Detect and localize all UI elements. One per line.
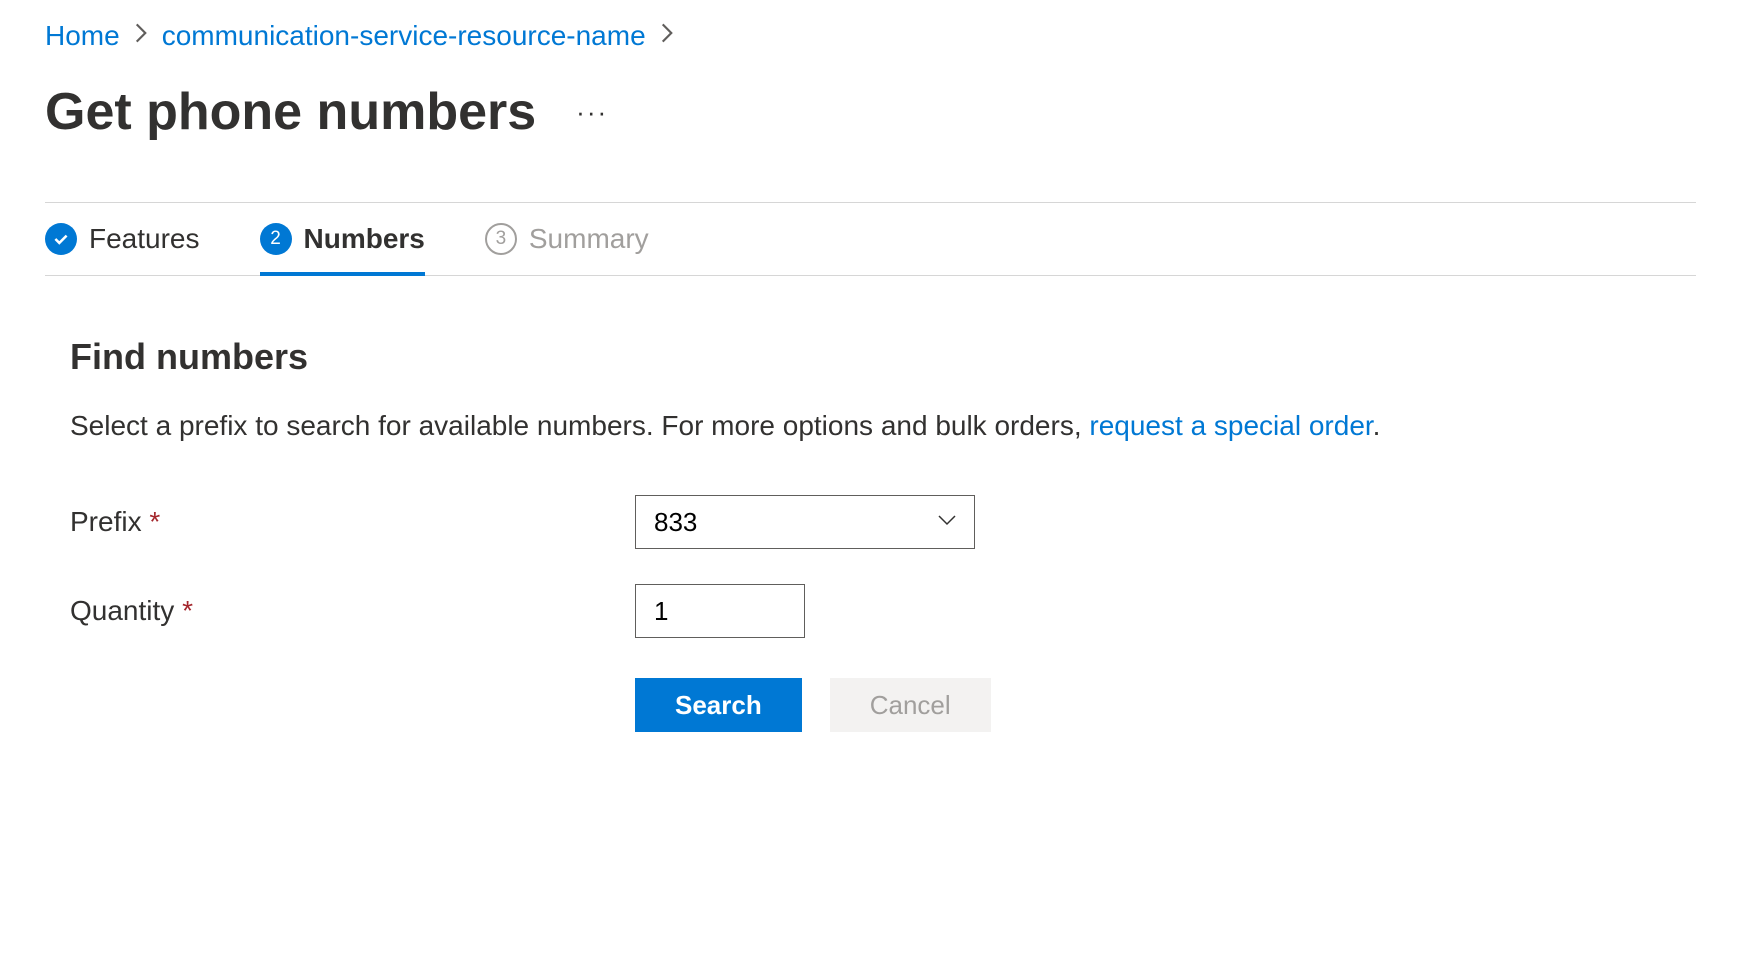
wizard-tabs: Features 2 Numbers 3 Summary xyxy=(45,203,1696,276)
chevron-right-icon xyxy=(660,23,674,49)
quantity-row: Quantity * xyxy=(70,584,1671,638)
section-title: Find numbers xyxy=(70,336,1671,378)
prefix-label: Prefix * xyxy=(70,506,635,538)
special-order-link[interactable]: request a special order xyxy=(1089,410,1372,441)
quantity-label: Quantity * xyxy=(70,595,635,627)
check-icon xyxy=(45,223,77,255)
tab-label: Numbers xyxy=(304,223,425,255)
button-row: Search Cancel xyxy=(635,678,1671,732)
required-indicator: * xyxy=(149,506,160,537)
page-header: Get phone numbers ··· xyxy=(45,82,1696,142)
breadcrumb: Home communication-service-resource-name xyxy=(45,20,1696,52)
content-area: Find numbers Select a prefix to search f… xyxy=(45,276,1696,732)
breadcrumb-resource-link[interactable]: communication-service-resource-name xyxy=(162,20,646,52)
search-button[interactable]: Search xyxy=(635,678,802,732)
cancel-button[interactable]: Cancel xyxy=(830,678,991,732)
prefix-select-wrapper xyxy=(635,495,975,549)
tab-summary: 3 Summary xyxy=(485,203,679,275)
prefix-select[interactable] xyxy=(635,495,975,549)
prefix-row: Prefix * xyxy=(70,495,1671,549)
chevron-right-icon xyxy=(134,23,148,49)
tab-label: Features xyxy=(89,223,200,255)
section-description: Select a prefix to search for available … xyxy=(70,406,1671,445)
required-indicator: * xyxy=(182,595,193,626)
tab-features[interactable]: Features xyxy=(45,203,230,275)
quantity-input[interactable] xyxy=(635,584,805,638)
tab-label: Summary xyxy=(529,223,649,255)
step-number-icon: 2 xyxy=(260,223,292,255)
more-icon[interactable]: ··· xyxy=(576,97,608,128)
page-title: Get phone numbers xyxy=(45,82,536,142)
tab-numbers[interactable]: 2 Numbers xyxy=(260,203,455,275)
step-number-icon: 3 xyxy=(485,223,517,255)
breadcrumb-home-link[interactable]: Home xyxy=(45,20,120,52)
